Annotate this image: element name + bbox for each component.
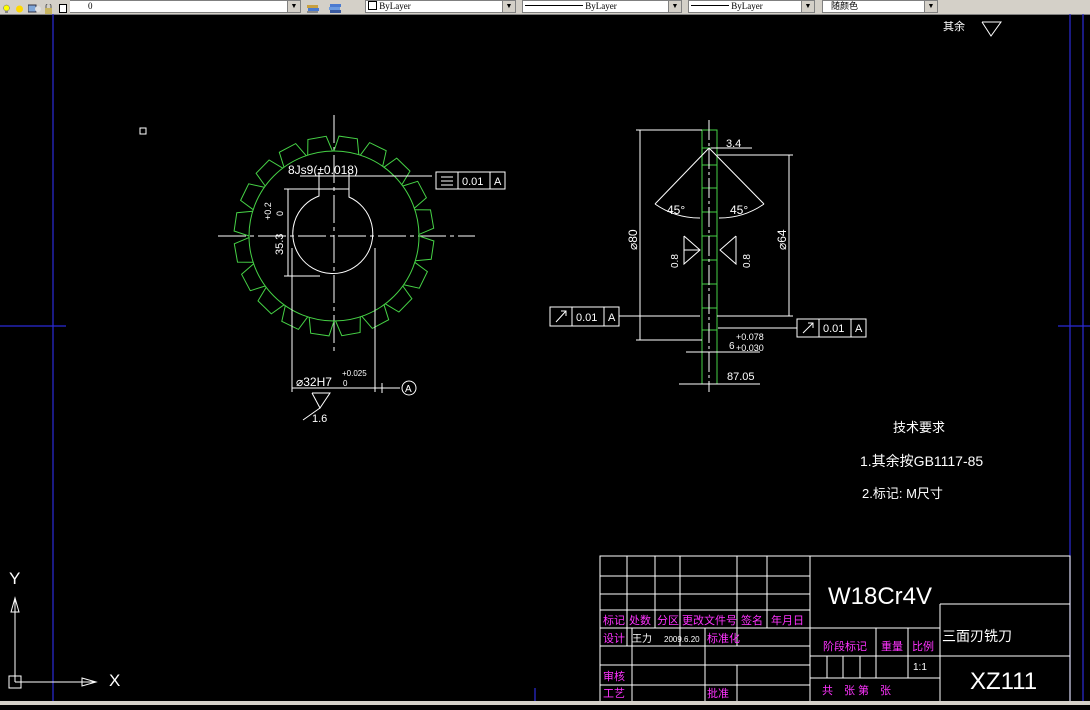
thickness-tol-up: +0.078 — [736, 332, 764, 342]
mark-label: 标记 — [603, 613, 625, 627]
roughness-1-6: 1.6 — [312, 413, 327, 425]
title-block: W18Cr4V 三面刃铣刀 XZ111 标记 处数 分区 更改文件号 签名 年月… — [599, 555, 1071, 706]
properties-toolbar: 0 ▼ ByLayer ▼ ByLayer ▼ ByLayer ▼ 随颜色 ▼ — [0, 0, 1090, 15]
tech-requirements: 技术要求 1.其余按GB1117-85 2.标记: M尺寸 — [860, 420, 983, 501]
keyway-dim-text: 8Js9(±0.018) — [288, 163, 358, 177]
key-height-dim: 35.3 — [274, 234, 286, 255]
design-date: 2009.6.20 — [664, 635, 700, 644]
scale-label: 比例 — [912, 639, 934, 653]
linetype-dropdown[interactable]: ByLayer ▼ — [522, 0, 682, 13]
roughness-left: 0.8 — [670, 254, 681, 268]
process-label: 工艺 — [603, 687, 625, 700]
chevron-down-icon[interactable]: ▼ — [668, 1, 681, 12]
runout-left-value: 0.01 — [576, 312, 597, 324]
sheets-label: 共 张 第 张 — [822, 683, 891, 697]
scale-value: 1:1 — [913, 662, 927, 673]
flatness-datum: A — [494, 176, 502, 188]
flatness-value: 0.01 — [462, 176, 483, 188]
inner-dia: ⌀64 — [775, 229, 789, 250]
pickbox-marker — [139, 127, 147, 135]
roughness-other-label: 其余 — [943, 19, 965, 33]
material-text: W18Cr4V — [828, 583, 932, 610]
color-value: ByLayer — [379, 1, 411, 11]
flatness-frame: 0.01 A — [435, 171, 506, 190]
angle-left: 45° — [667, 203, 685, 217]
make-current-layer-icon[interactable] — [306, 1, 320, 13]
weight-label: 重量 — [881, 639, 903, 653]
layer-value: 0 — [88, 1, 93, 11]
thickness-dim: 6 — [729, 341, 735, 352]
ucs-y-label: Y — [9, 569, 20, 588]
layer-dropdown[interactable]: 0 ▼ — [70, 0, 301, 13]
key-height-tol-low: 0 — [275, 211, 285, 216]
runout-right-value: 0.01 — [823, 323, 844, 335]
runout-right-datum: A — [855, 323, 863, 335]
total-width-dim: 87.05 — [727, 371, 755, 383]
sign-label: 签名 — [741, 613, 763, 627]
sun-icon[interactable] — [15, 1, 24, 13]
linetype-preview — [525, 5, 583, 6]
tech-req-item-2: 2.标记: M尺寸 — [862, 486, 943, 501]
lock-icon[interactable] — [44, 1, 53, 14]
bore-dim-text: ⌀32H7 — [296, 375, 332, 389]
thickness-tol-low: +0.030 — [736, 343, 764, 353]
angle-right: 45° — [730, 203, 748, 217]
status-bar — [0, 701, 1090, 705]
cutter-side-view: 3.4 45° 45° ⌀80 ⌀64 0.8 0.8 0.01 A 0.01 … — [549, 120, 867, 392]
design-label: 设计 — [603, 632, 625, 645]
date-label: 年月日 — [771, 613, 804, 627]
color-swatch-icon — [368, 1, 377, 10]
chevron-down-icon[interactable]: ▼ — [801, 1, 814, 12]
plotstyle-value: 随颜色 — [831, 1, 859, 11]
chevron-down-icon[interactable]: ▼ — [924, 1, 937, 12]
zone-label: 分区 — [657, 614, 679, 627]
key-height-tol-up: +0.2 — [263, 202, 273, 220]
review-label: 审核 — [603, 669, 625, 683]
approve-label: 批准 — [707, 686, 729, 700]
bore-tol-up: +0.025 — [342, 369, 367, 378]
tech-req-title: 技术要求 — [893, 420, 945, 435]
width-3-4: 3.4 — [726, 138, 741, 150]
linetype-value: ByLayer — [585, 1, 617, 11]
drawing-no-text: XZ111 — [970, 668, 1037, 695]
lineweight-dropdown[interactable]: ByLayer ▼ — [688, 0, 815, 13]
drawing-canvas[interactable]: 其余 8Js9(±0.018) 0.01 A 35.3 +0.2 0 ⌀32H7… — [0, 14, 1090, 706]
tech-req-item-1: 1.其余按GB1117-85 — [860, 453, 983, 469]
change-doc-label: 更改文件号 — [682, 613, 737, 627]
runout-left-datum: A — [608, 312, 616, 324]
count-label: 处数 — [629, 614, 651, 627]
color-dropdown[interactable]: ByLayer ▼ — [365, 0, 516, 13]
layer-color-icon[interactable] — [59, 1, 68, 13]
standardize-label: 标准化 — [707, 631, 740, 645]
layer-previous-icon[interactable] — [328, 1, 342, 13]
ucs-x-label: X — [109, 671, 120, 690]
lightbulb-icon[interactable] — [2, 1, 11, 13]
chevron-down-icon[interactable]: ▼ — [287, 1, 300, 12]
ucs-icon: Y X — [8, 569, 120, 690]
bore-tol-low: 0 — [343, 379, 348, 388]
roughness-right: 0.8 — [742, 254, 753, 268]
outer-dia: ⌀80 — [626, 229, 640, 250]
bore-keyway-outline — [292, 188, 374, 275]
freeze-viewport-icon[interactable] — [27, 1, 41, 13]
lineweight-preview — [691, 5, 729, 6]
runout-frame-left: 0.01 A — [549, 306, 700, 327]
part-name-text: 三面刃铣刀 — [942, 628, 1012, 644]
chevron-down-icon[interactable]: ▼ — [502, 1, 515, 12]
plotstyle-dropdown[interactable]: 随颜色 ▼ — [822, 0, 938, 13]
cutter-front-view: 8Js9(±0.018) 0.01 A 35.3 +0.2 0 ⌀32H7 +0… — [218, 115, 506, 425]
lineweight-value: ByLayer — [731, 1, 763, 11]
stage-label: 阶段标记 — [823, 639, 867, 653]
datum-a-label: A — [405, 384, 412, 395]
designer-name: 王力 — [632, 632, 652, 645]
general-roughness-symbol: 其余 — [943, 19, 1002, 37]
